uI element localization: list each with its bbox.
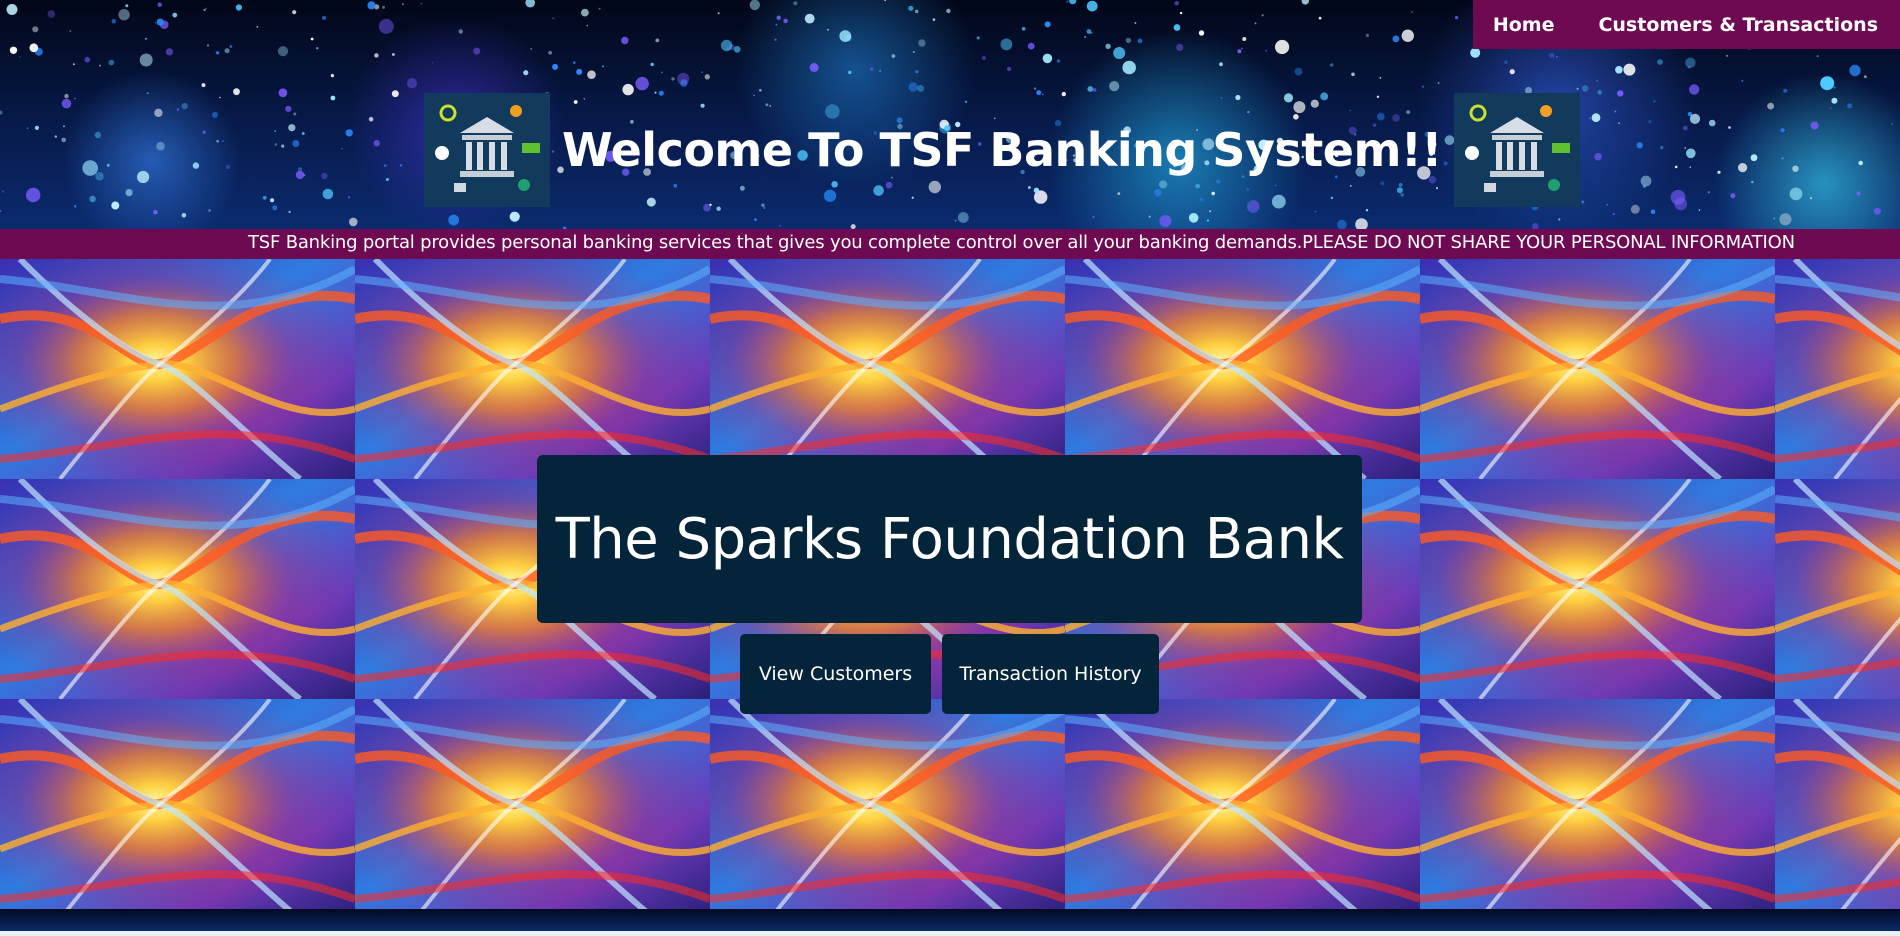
top-navbar: Home Customers & Transactions xyxy=(1472,0,1900,49)
page-bottom-edge xyxy=(0,931,1900,936)
bank-logo-left-icon xyxy=(424,93,550,207)
header-banner: Home Customers & Transactions Welcome To… xyxy=(0,0,1900,229)
hero-section: The Sparks Foundation Bank View Customer… xyxy=(0,259,1900,909)
footer-strip xyxy=(0,909,1900,931)
hero-title-card: The Sparks Foundation Bank xyxy=(537,455,1362,623)
nav-home-link[interactable]: Home xyxy=(1493,14,1555,36)
hero-title: The Sparks Foundation Bank xyxy=(555,506,1344,572)
notice-text: TSF Banking portal provides personal ban… xyxy=(248,232,1795,253)
notice-marquee: TSF Banking portal provides personal ban… xyxy=(0,229,1900,259)
transaction-history-button[interactable]: Transaction History xyxy=(942,634,1159,714)
nav-customers-transactions-link[interactable]: Customers & Transactions xyxy=(1598,14,1878,36)
view-customers-button[interactable]: View Customers xyxy=(740,634,931,714)
bank-logo-right-icon xyxy=(1453,93,1580,207)
title-row: Welcome To TSF Banking System!! xyxy=(424,93,1580,207)
site-title: Welcome To TSF Banking System!! xyxy=(562,123,1442,177)
page: Home Customers & Transactions Welcome To… xyxy=(0,0,1900,936)
